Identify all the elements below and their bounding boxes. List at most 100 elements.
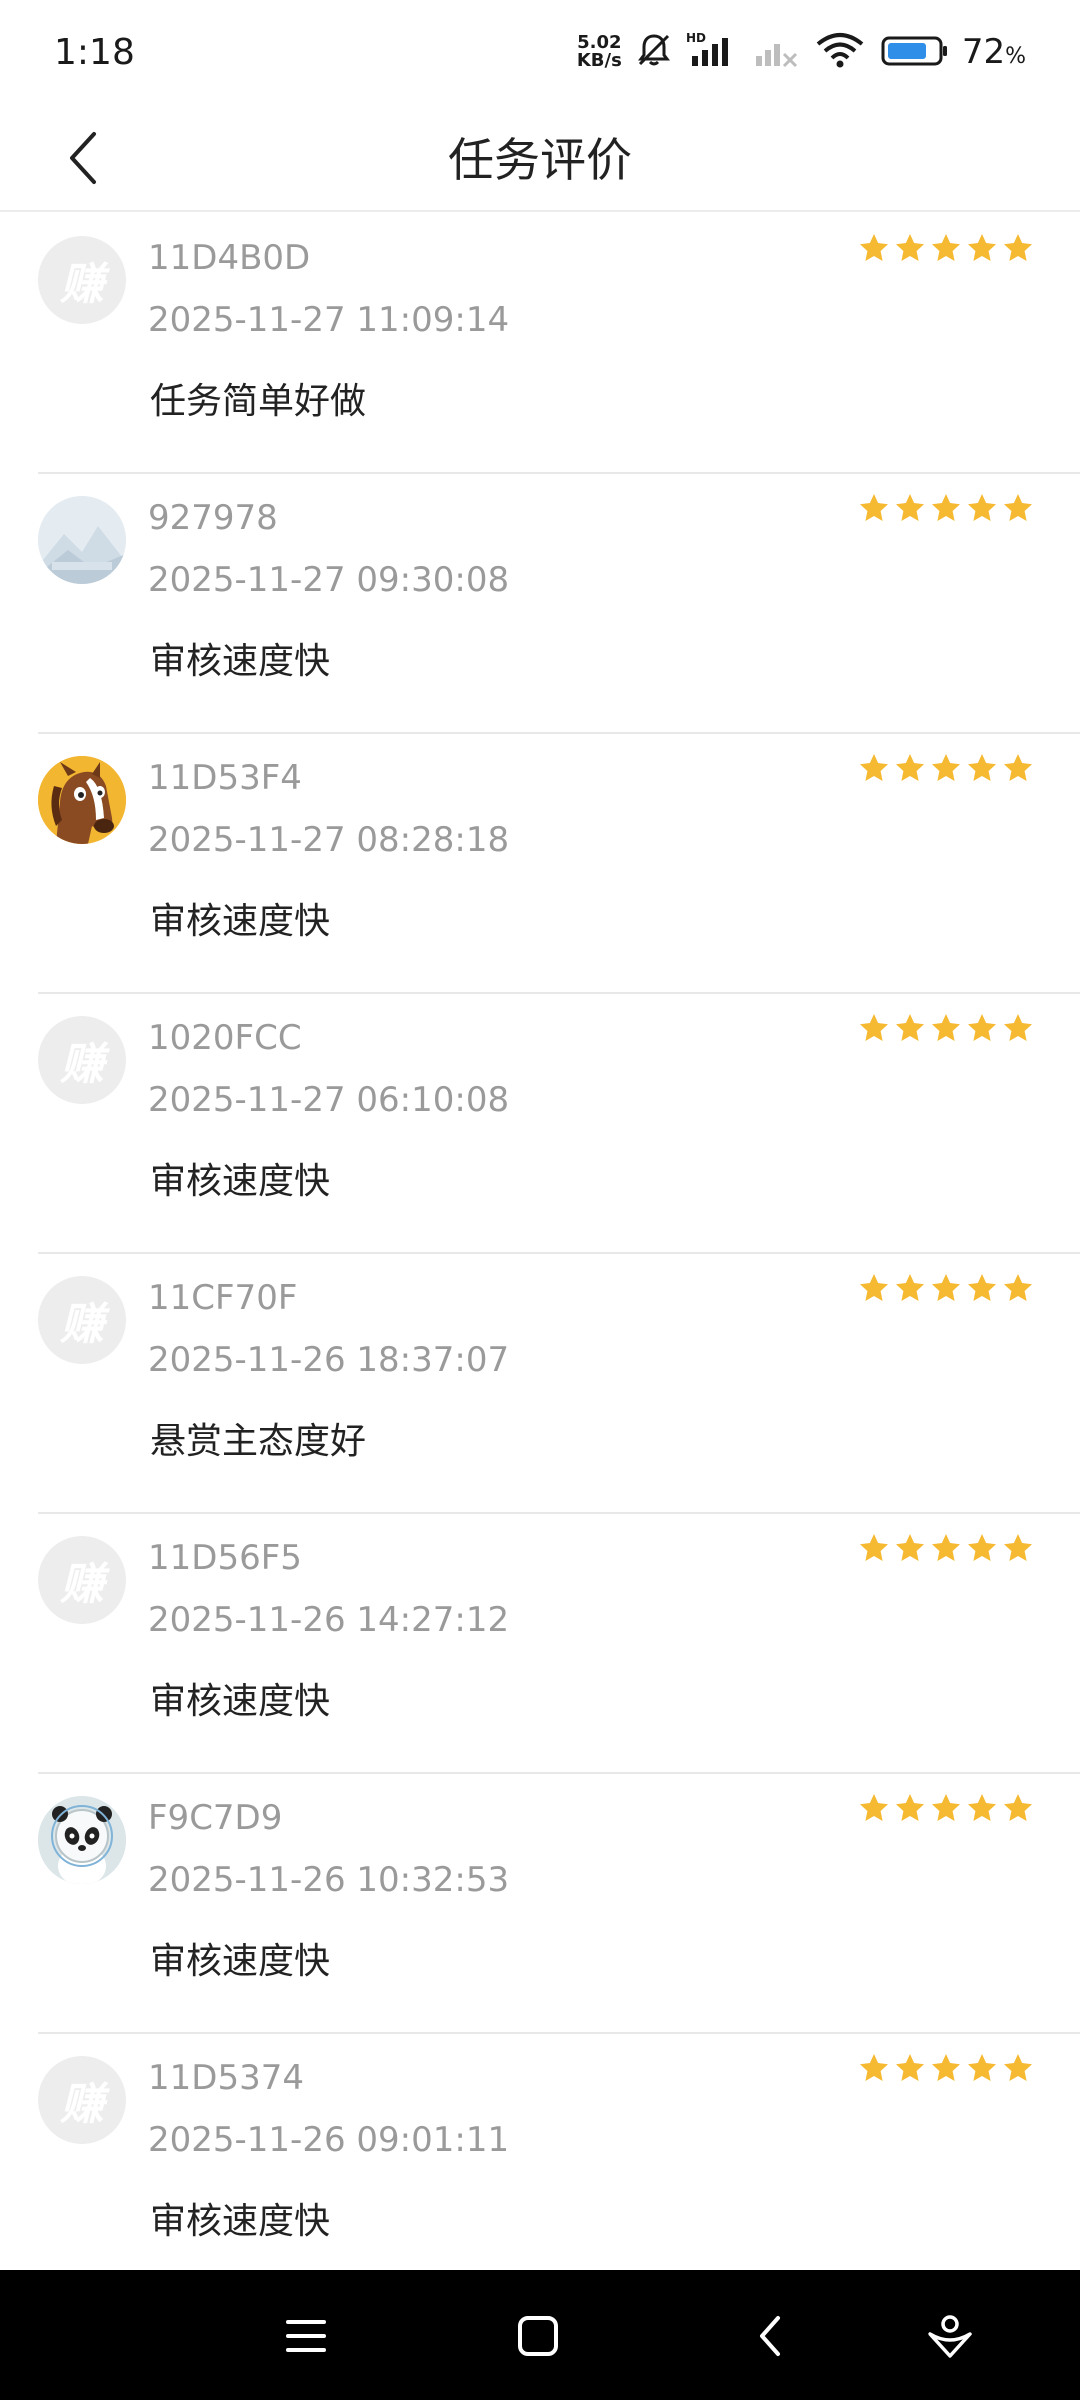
avatar-placeholder[interactable]: 赚 <box>38 2056 126 2144</box>
star-icon <box>860 234 888 261</box>
star-icon <box>860 2054 888 2081</box>
avatar-placeholder-char: 赚 <box>60 1559 104 1610</box>
network-speed-unit: KB/s <box>576 50 622 71</box>
chevron-left-icon <box>70 132 96 184</box>
system-back-button[interactable] <box>736 2300 808 2372</box>
status-time: 1:18 <box>54 31 135 73</box>
landscape-icon <box>38 496 126 584</box>
avatar-placeholder[interactable]: 赚 <box>38 236 126 324</box>
menu-icon <box>286 2320 326 2352</box>
star-icon <box>860 1794 888 1821</box>
star-icon <box>860 1014 888 1041</box>
wifi-icon <box>814 30 868 74</box>
review-text: 审核速度快 <box>150 641 331 682</box>
star-icon <box>860 1274 888 1301</box>
star-icon <box>896 2054 924 2081</box>
review-text: 审核速度快 <box>150 901 331 942</box>
star-icon <box>1004 494 1032 521</box>
star-icon <box>968 494 996 521</box>
review-time: 2025-11-26 10:32:53 <box>148 1860 510 1900</box>
star-icon <box>1004 754 1032 781</box>
review-time: 2025-11-27 09:30:08 <box>148 560 510 600</box>
star-icon <box>932 1794 960 1821</box>
svg-text:HD: HD <box>686 31 706 45</box>
review-list[interactable]: 赚 11D4B0D 2025-11-27 11:09:14 任务简单好做 927… <box>0 214 1080 2294</box>
star-icon <box>896 1794 924 1821</box>
avatar-placeholder-char: 赚 <box>60 259 104 310</box>
reviewer-id: 1020FCC <box>148 1018 302 1058</box>
star-icon <box>932 754 960 781</box>
avatar-panda[interactable] <box>38 1796 126 1884</box>
avatar-horse[interactable] <box>38 756 126 844</box>
home-button[interactable] <box>502 2300 574 2372</box>
reviewer-id: 11CF70F <box>148 1278 298 1318</box>
status-bar: 1:18 5.02 KB/s HD 72% <box>0 0 1080 104</box>
signal-empty-icon <box>752 30 802 74</box>
star-rating <box>858 2052 1034 2084</box>
star-icon <box>968 1274 996 1301</box>
app-header: 任务评价 <box>0 104 1080 212</box>
back-button[interactable] <box>44 118 124 198</box>
avatar-placeholder[interactable]: 赚 <box>38 1016 126 1104</box>
reviewer-id: 11D4B0D <box>148 238 311 278</box>
avatar-landscape[interactable] <box>38 496 126 584</box>
panda-mascot-icon <box>38 1796 126 1884</box>
star-icon <box>1004 234 1032 261</box>
star-rating <box>858 752 1034 784</box>
star-rating <box>858 1012 1034 1044</box>
review-item: 赚 11CF70F 2025-11-26 18:37:07 悬赏主态度好 <box>38 1254 1080 1514</box>
star-icon <box>968 754 996 781</box>
assistant-button[interactable] <box>914 2300 986 2372</box>
system-nav-bar <box>0 2270 1080 2400</box>
star-icon <box>896 1014 924 1041</box>
review-time: 2025-11-26 09:01:11 <box>148 2120 510 2160</box>
avatar-placeholder-char: 赚 <box>60 1299 104 1350</box>
home-icon <box>518 2316 558 2356</box>
star-icon <box>932 1014 960 1041</box>
star-rating <box>858 492 1034 524</box>
battery-percent-value: 72 <box>961 32 1006 72</box>
horse-cartoon-icon <box>38 756 126 844</box>
avatar-placeholder-char: 赚 <box>60 2079 104 2130</box>
menu-button[interactable] <box>270 2300 342 2372</box>
battery-percent-unit: % <box>1005 44 1026 69</box>
star-icon <box>932 234 960 261</box>
star-icon <box>896 494 924 521</box>
review-text: 任务简单好做 <box>150 381 367 422</box>
star-icon <box>1004 1014 1032 1041</box>
page-title: 任务评价 <box>448 133 632 187</box>
review-item: 927978 2025-11-27 09:30:08 审核速度快 <box>38 474 1080 734</box>
review-time: 2025-11-27 11:09:14 <box>148 300 510 340</box>
review-time: 2025-11-27 06:10:08 <box>148 1080 510 1120</box>
review-text: 审核速度快 <box>150 1161 331 1202</box>
star-icon <box>932 1274 960 1301</box>
star-icon <box>968 1014 996 1041</box>
star-icon <box>932 1534 960 1561</box>
review-item: F9C7D9 2025-11-26 10:32:53 审核速度快 <box>38 1774 1080 2034</box>
star-icon <box>968 2054 996 2081</box>
star-icon <box>860 494 888 521</box>
star-icon <box>896 1274 924 1301</box>
star-icon <box>968 234 996 261</box>
star-icon <box>968 1794 996 1821</box>
star-icon <box>1004 1534 1032 1561</box>
star-rating <box>858 1532 1034 1564</box>
avatar-placeholder[interactable]: 赚 <box>38 1276 126 1364</box>
avatar-placeholder[interactable]: 赚 <box>38 1536 126 1624</box>
back-icon <box>760 2316 780 2356</box>
review-text: 审核速度快 <box>150 1941 331 1982</box>
reviewer-id: F9C7D9 <box>148 1798 283 1838</box>
status-icons: 5.02 KB/s HD 72% <box>577 30 1026 74</box>
star-icon <box>1004 1274 1032 1301</box>
star-icon <box>932 2054 960 2081</box>
review-text: 悬赏主态度好 <box>150 1421 367 1462</box>
star-icon <box>968 1534 996 1561</box>
mute-bell-icon <box>634 30 674 74</box>
star-icon <box>860 1534 888 1561</box>
review-item: 赚 11D56F5 2025-11-26 14:27:12 审核速度快 <box>38 1514 1080 1774</box>
review-text: 审核速度快 <box>150 2201 331 2242</box>
star-icon <box>860 754 888 781</box>
star-icon <box>932 494 960 521</box>
star-icon <box>896 1534 924 1561</box>
reviewer-id: 11D56F5 <box>148 1538 302 1578</box>
